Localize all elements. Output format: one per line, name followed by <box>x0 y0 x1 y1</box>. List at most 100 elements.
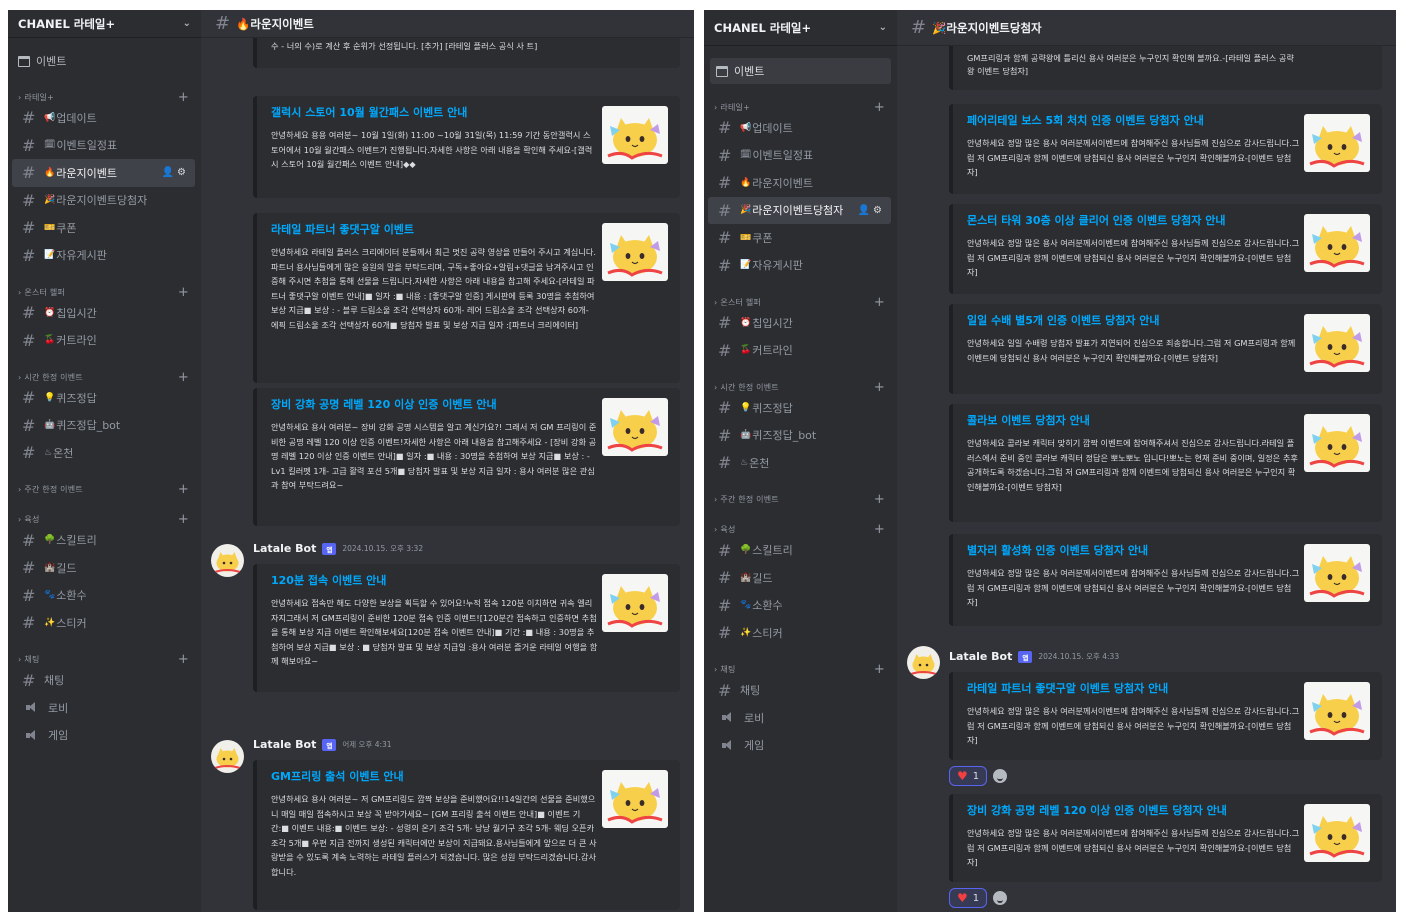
embed-title-link[interactable]: 콜라보 이벤트 당첨자 안내 <box>967 412 1300 428</box>
server-header[interactable]: CHANEL 라테일+ ⌄ <box>8 10 201 38</box>
sidebar-item-channel[interactable]: # 🔥 라운지이벤트 👤⚙ <box>12 159 195 187</box>
sidebar-item-channel[interactable]: # 🍒 커트라인 <box>704 337 891 365</box>
embed-thumbnail[interactable] <box>602 223 668 281</box>
bot-avatar[interactable] <box>211 740 244 773</box>
channel-settings-icon[interactable]: 👤⚙ <box>858 205 885 216</box>
sidebar-item-channel[interactable]: # 🗓 이벤트일정표 <box>8 132 195 160</box>
channel-category[interactable]: 라테일+ + <box>8 90 201 104</box>
sidebar-item-channel[interactable]: # 🐾 소환수 <box>8 582 195 610</box>
channel-category[interactable]: 시간 한정 이벤트 + <box>704 380 897 394</box>
embed-thumbnail[interactable] <box>1304 682 1370 740</box>
add-channel-icon[interactable]: + <box>178 513 189 526</box>
sidebar-item-channel[interactable]: # ⏰ 칩입시간 <box>704 309 891 337</box>
bot-avatar[interactable] <box>907 646 940 679</box>
add-channel-icon[interactable]: + <box>178 286 189 299</box>
embed-title-link[interactable]: 120분 접속 이벤트 안내 <box>271 572 598 588</box>
sidebar-item-channel[interactable]: # 🎉 라운지이벤트당첨자 <box>8 187 195 215</box>
sidebar-item-channel[interactable]: # 채팅 <box>8 667 195 695</box>
add-channel-icon[interactable]: + <box>178 653 189 666</box>
add-channel-icon[interactable]: + <box>874 101 885 114</box>
channel-category[interactable]: 주간 한정 이벤트 + <box>8 483 201 497</box>
sidebar-item-channel[interactable]: # 💡 퀴즈정답 <box>8 384 195 412</box>
embed-title-link[interactable]: GM프리링 출석 이벤트 안내 <box>271 768 598 784</box>
sidebar-item-channel[interactable]: # 🏰 길드 <box>704 564 891 592</box>
embed-thumbnail[interactable] <box>1304 804 1370 862</box>
sidebar-item-channel[interactable]: 게임 <box>704 732 891 760</box>
sidebar-item-channel[interactable]: # ✨ 스티커 <box>8 609 195 637</box>
embed-thumbnail[interactable] <box>602 398 668 456</box>
channel-category[interactable]: 육성 + <box>704 523 897 537</box>
sidebar-item-channel[interactable]: # 🐾 소환수 <box>704 592 891 620</box>
embed-title-link[interactable]: 라테일 파트너 좋댓구알 이벤트 <box>271 221 598 237</box>
sidebar-item-channel[interactable]: # 🗓 이벤트일정표 <box>704 142 891 170</box>
channel-category[interactable]: 시간 한정 이벤트 + <box>8 370 201 384</box>
reaction-heart[interactable]: ♥ 1 <box>949 888 988 908</box>
embed-title-link[interactable]: 별자리 활성화 인증 이벤트 당첨자 안내 <box>967 542 1300 558</box>
events-link[interactable]: 이벤트 <box>8 48 201 74</box>
add-channel-icon[interactable]: + <box>874 381 885 394</box>
sidebar-item-channel[interactable]: # 💡 퀴즈정답 <box>704 394 891 422</box>
sidebar-item-channel[interactable]: 게임 <box>8 722 195 750</box>
embed-thumbnail[interactable] <box>1304 544 1370 602</box>
server-header[interactable]: CHANEL 라테일+ ⌄ <box>704 10 897 46</box>
sidebar-item-channel[interactable]: # 🎉 라운지이벤트당첨자 👤⚙ <box>708 196 891 224</box>
embed-thumbnail[interactable] <box>602 770 668 828</box>
chevron-down-icon[interactable]: ⌄ <box>879 22 887 33</box>
add-channel-icon[interactable]: + <box>178 91 189 104</box>
sidebar-item-channel[interactable]: # 🔥 라운지이벤트 <box>704 169 891 197</box>
events-link[interactable]: 이벤트 <box>710 58 891 84</box>
embed-title-link[interactable]: 장비 강화 공명 레벨 120 이상 인증 이벤트 당첨자 안내 <box>967 802 1300 818</box>
embed-thumbnail[interactable] <box>1304 214 1370 272</box>
embed-title-link[interactable]: 몬스터 타워 30층 이상 클리어 인증 이벤트 당첨자 안내 <box>967 212 1300 228</box>
add-channel-icon[interactable]: + <box>874 493 885 506</box>
message-list[interactable]: 수 - 너의 수)로 계산 후 순위가 선정됩니다. [추가] [라테일 플러스… <box>201 38 694 912</box>
channel-category[interactable]: 라테일+ + <box>704 100 897 114</box>
embed-title-link[interactable]: 장비 강화 공명 레벨 120 이상 인증 이벤트 안내 <box>271 396 598 412</box>
bot-avatar[interactable] <box>211 544 244 577</box>
sidebar-item-channel[interactable]: # 📢 업데이트 <box>8 104 195 132</box>
author-name[interactable]: Latale Bot <box>949 650 1012 663</box>
sidebar-item-channel[interactable]: # ♨ 온천 <box>8 439 195 467</box>
embed-thumbnail[interactable] <box>602 574 668 632</box>
sidebar-item-channel[interactable]: # 채팅 <box>704 677 891 705</box>
embed-thumbnail[interactable] <box>1304 114 1370 172</box>
reaction-heart[interactable]: ♥ 1 <box>949 766 988 786</box>
add-reaction-icon[interactable] <box>993 891 1008 905</box>
sidebar-item-channel[interactable]: # 🎫 쿠폰 <box>704 224 891 252</box>
sidebar-item-channel[interactable]: # 🤖 퀴즈정답_bot <box>704 422 891 450</box>
embed-title-link[interactable]: 갤럭시 스토어 10월 월간패스 이벤트 안내 <box>271 104 598 120</box>
author-name[interactable]: Latale Bot <box>253 738 316 751</box>
sidebar-item-channel[interactable]: # 🤖 퀴즈정답_bot <box>8 412 195 440</box>
add-channel-icon[interactable]: + <box>178 371 189 384</box>
channel-category[interactable]: 온스터 헬퍼 + <box>704 295 897 309</box>
add-channel-icon[interactable]: + <box>178 483 189 496</box>
add-reaction-icon[interactable] <box>993 769 1008 783</box>
author-name[interactable]: Latale Bot <box>253 542 316 555</box>
embed-title-link[interactable]: 페어리테일 보스 5회 처치 인증 이벤트 당첨자 안내 <box>967 112 1300 128</box>
channel-settings-icon[interactable]: 👤⚙ <box>162 167 189 178</box>
add-channel-icon[interactable]: + <box>874 663 885 676</box>
sidebar-item-channel[interactable]: # 📝 자유게시판 <box>8 242 195 270</box>
add-channel-icon[interactable]: + <box>874 523 885 536</box>
sidebar-item-channel[interactable]: # ♨ 온천 <box>704 449 891 477</box>
channel-category[interactable]: 채팅 + <box>704 663 897 677</box>
channel-category[interactable]: 채팅 + <box>8 653 201 667</box>
sidebar-item-channel[interactable]: # 🏰 길드 <box>8 554 195 582</box>
channel-category[interactable]: 육성 + <box>8 513 201 527</box>
embed-thumbnail[interactable] <box>1304 314 1370 372</box>
embed-title-link[interactable]: 라테일 파트너 좋댓구알 이벤트 당첨자 안내 <box>967 680 1300 696</box>
embed-title-link[interactable]: 일일 수배 별5개 인증 이벤트 당첨자 안내 <box>967 312 1300 328</box>
embed-thumbnail[interactable] <box>1304 414 1370 472</box>
sidebar-item-channel[interactable]: 로비 <box>704 704 891 732</box>
add-channel-icon[interactable]: + <box>874 296 885 309</box>
sidebar-item-channel[interactable]: 로비 <box>8 694 195 722</box>
sidebar-item-channel[interactable]: # ⏰ 칩입시간 <box>8 299 195 327</box>
sidebar-item-channel[interactable]: # 🎫 쿠폰 <box>8 214 195 242</box>
sidebar-item-channel[interactable]: # 🌳 스킬트리 <box>704 537 891 565</box>
message-list[interactable]: GM프리링과 함께 공략왕에 틀리신 용사 여러분은 누구인지 확인해 볼까요.… <box>897 46 1396 912</box>
sidebar-item-channel[interactable]: # 🍒 커트라인 <box>8 327 195 355</box>
sidebar-item-channel[interactable]: # 📢 업데이트 <box>704 114 891 142</box>
channel-category[interactable]: 온스터 헬퍼 + <box>8 285 201 299</box>
sidebar-item-channel[interactable]: # 🌳 스킬트리 <box>8 527 195 555</box>
channel-category[interactable]: 주간 한정 이벤트 + <box>704 493 897 507</box>
